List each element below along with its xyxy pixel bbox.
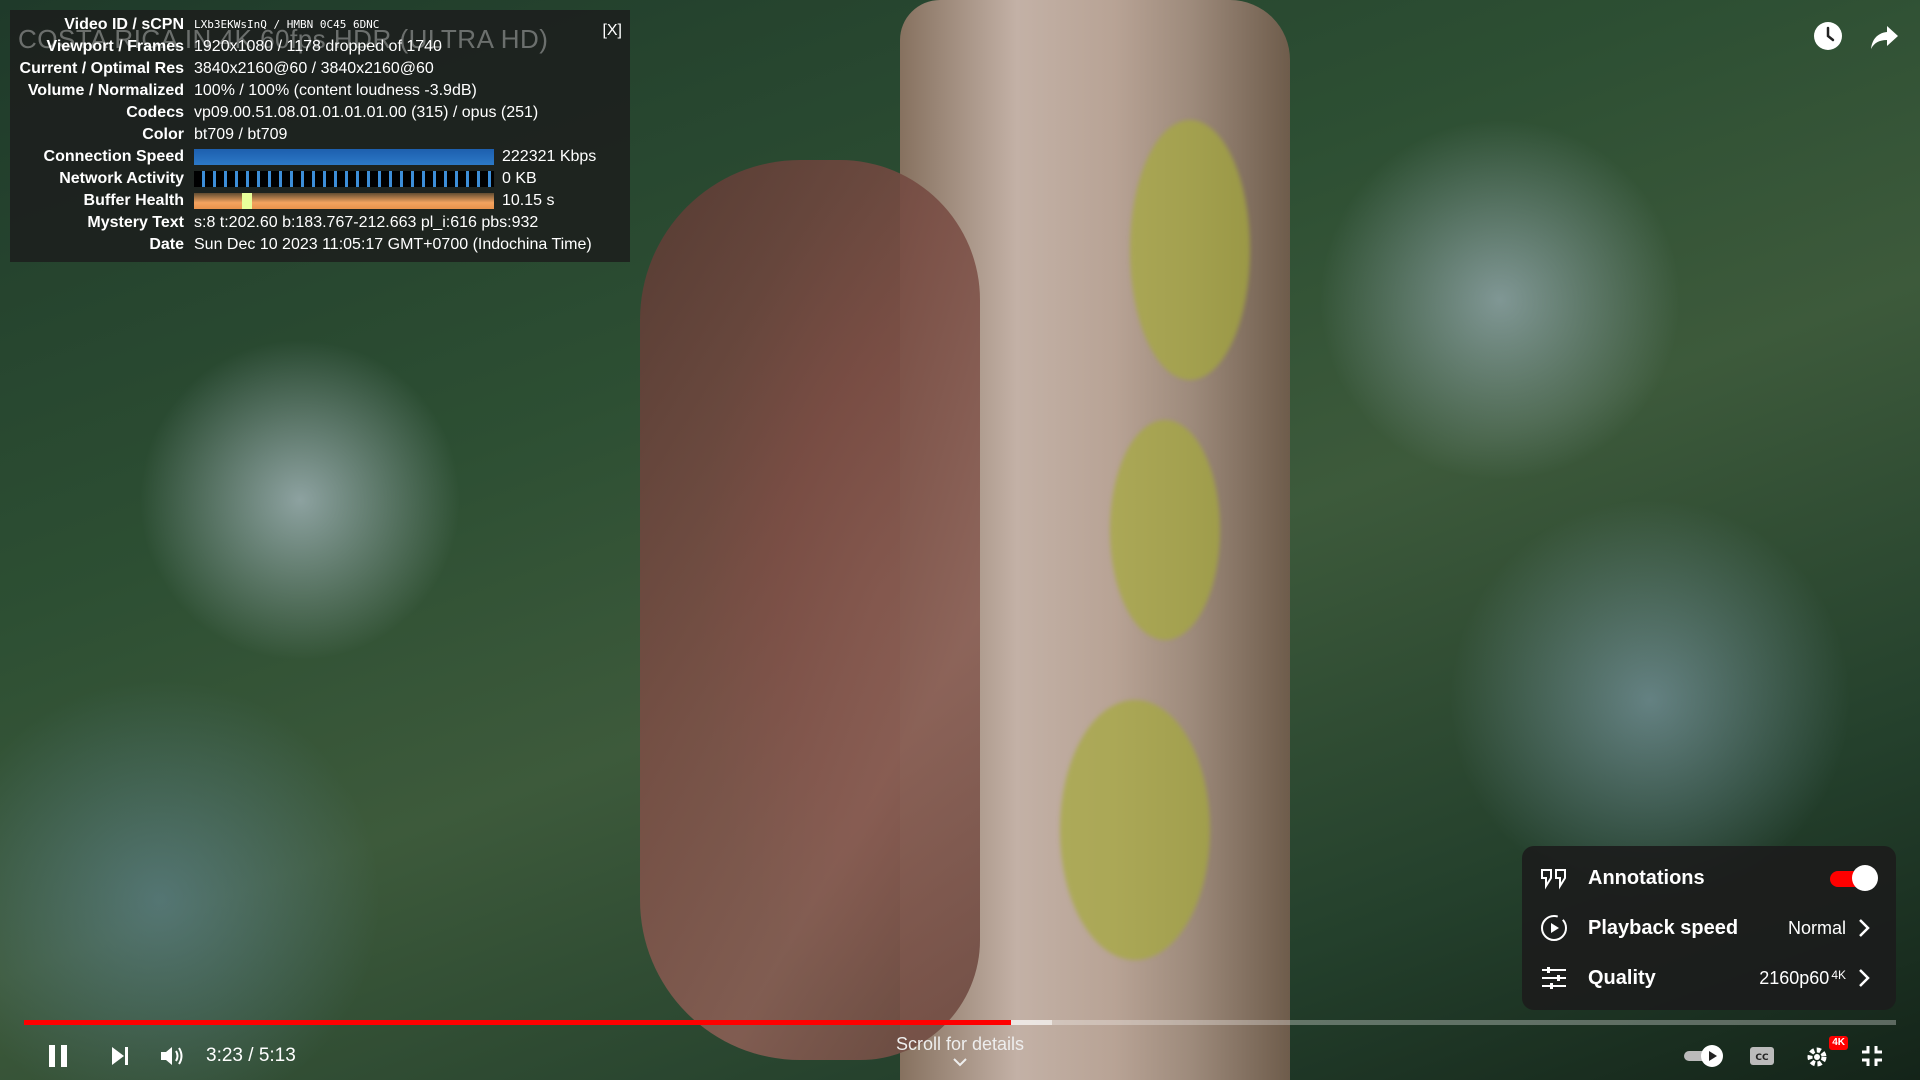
exit-fullscreen-button[interactable] xyxy=(1850,1032,1894,1080)
stats-row-color: Color bt709 / bt709 xyxy=(10,124,287,146)
stats-row-codecs: Codecs vp09.00.51.08.01.01.01.01.00 (315… xyxy=(10,102,538,124)
stats-label: Date xyxy=(149,236,184,253)
stats-close-button[interactable]: [X] xyxy=(602,20,622,42)
current-time: 3:23 xyxy=(206,1045,243,1066)
stats-value: LXb3EKWsInQ / HMBN 0C45 6DNC xyxy=(194,18,380,31)
stats-label: Volume / Normalized xyxy=(27,82,184,99)
stats-label: Codecs xyxy=(126,104,184,121)
stats-label: Mystery Text xyxy=(87,214,184,231)
quality-value: 2160p60 4K xyxy=(1759,968,1846,989)
stats-value: 0 KB xyxy=(502,170,537,187)
menu-item-annotations[interactable]: Annotations xyxy=(1522,854,1896,902)
menu-item-quality[interactable]: Quality 2160p60 4K xyxy=(1522,954,1896,1002)
pause-icon xyxy=(49,1045,67,1067)
watch-later-icon[interactable] xyxy=(1810,18,1846,54)
stats-value: vp09.00.51.08.01.01.01.01.00 (315) / opu… xyxy=(194,104,539,121)
stats-value: 3840x2160@60 / 3840x2160@60 xyxy=(194,60,434,77)
progress-bar[interactable] xyxy=(24,1020,1896,1025)
annotations-toggle[interactable] xyxy=(1826,865,1878,891)
sloth xyxy=(640,160,980,1060)
quality-badge: 4K xyxy=(1831,967,1846,982)
stats-row-mystery-text: Mystery Text s:8 t:202.60 b:183.767-212.… xyxy=(10,212,538,234)
connection-speed-graph xyxy=(194,149,494,165)
stats-row-date: Date Sun Dec 10 2023 11:05:17 GMT+0700 (… xyxy=(10,234,592,256)
stats-label: Network Activity xyxy=(59,170,184,187)
stats-value: s:8 t:202.60 b:183.767-212.663 pl_i:616 … xyxy=(194,214,539,231)
next-icon xyxy=(112,1047,128,1065)
stats-row-viewport: Viewport / Frames 1920x1080 / 1178 dropp… xyxy=(10,36,442,58)
stats-row-resolution: Current / Optimal Res 3840x2160@60 / 384… xyxy=(10,58,434,80)
subtitles-button[interactable]: CC xyxy=(1740,1032,1784,1080)
next-button[interactable] xyxy=(98,1032,142,1080)
autoplay-icon xyxy=(1684,1045,1723,1067)
quality-label: Quality xyxy=(1588,966,1656,989)
toggle-knob xyxy=(1852,865,1878,891)
buffer-health-graph xyxy=(194,193,494,209)
stats-row-video-id: Video ID / sCPN LXb3EKWsInQ / HMBN 0C45 … xyxy=(10,14,379,36)
pause-button[interactable] xyxy=(36,1032,80,1080)
stats-label: Buffer Health xyxy=(83,192,184,209)
playback-speed-icon xyxy=(1538,912,1570,944)
stats-value: 222321 Kbps xyxy=(502,148,597,165)
chevron-right-icon xyxy=(1852,916,1876,940)
moss-patch xyxy=(1110,420,1220,640)
duration: 5:13 xyxy=(258,1045,296,1066)
settings-menu: Annotations Playback speed Normal Qualit… xyxy=(1522,846,1896,1010)
network-activity-graph xyxy=(194,171,494,187)
stats-row-network-activity: Network Activity 0 KB xyxy=(10,168,537,190)
stats-label: Viewport / Frames xyxy=(46,38,184,55)
stats-for-nerds-panel: COSTA RICA IN 4K 60fps HDR (ULTRA HD) [X… xyxy=(10,10,630,262)
control-bar: 3:23 / 5:13 CC 4K xyxy=(0,1032,1920,1080)
annotations-label: Annotations xyxy=(1588,866,1705,889)
chevron-right-icon xyxy=(1852,966,1876,990)
stats-label: Current / Optimal Res xyxy=(19,60,184,77)
stats-value: Sun Dec 10 2023 11:05:17 GMT+0700 (Indoc… xyxy=(194,236,592,253)
stats-row-volume: Volume / Normalized 100% / 100% (content… xyxy=(10,80,477,102)
share-icon[interactable] xyxy=(1866,18,1902,54)
stats-value: 10.15 s xyxy=(502,192,555,209)
volume-icon xyxy=(161,1047,183,1065)
volume-button[interactable] xyxy=(150,1032,194,1080)
exit-fullscreen-icon xyxy=(1862,1046,1882,1066)
menu-item-playback-speed[interactable]: Playback speed Normal xyxy=(1522,904,1896,952)
stats-value: bt709 / bt709 xyxy=(194,126,288,143)
progress-played xyxy=(24,1020,1011,1025)
quality-resolution: 2160p60 xyxy=(1759,967,1830,988)
time-display: 3:23 / 5:13 xyxy=(206,1032,296,1080)
moss-patch xyxy=(1130,120,1250,380)
stats-label: Connection Speed xyxy=(43,148,184,165)
settings-4k-badge: 4K xyxy=(1829,1036,1848,1050)
stats-label: Video ID / sCPN xyxy=(64,16,184,33)
time-separator: / xyxy=(242,1045,259,1066)
settings-button[interactable]: 4K xyxy=(1794,1032,1848,1080)
svg-text:CC: CC xyxy=(1755,1053,1769,1063)
stats-row-connection-speed: Connection Speed 222321 Kbps xyxy=(10,146,596,168)
buffer-marker xyxy=(242,193,252,209)
subtitles-icon: CC xyxy=(1750,1047,1774,1065)
annotations-icon xyxy=(1538,862,1570,894)
quality-icon xyxy=(1538,962,1570,994)
stats-row-buffer-health: Buffer Health 10.15 s xyxy=(10,190,554,212)
stats-value: 100% / 100% (content loudness -3.9dB) xyxy=(194,82,477,99)
playback-speed-value: Normal xyxy=(1787,917,1846,938)
autoplay-toggle[interactable] xyxy=(1680,1032,1730,1080)
top-right-actions xyxy=(1810,18,1902,54)
video-player[interactable]: COSTA RICA IN 4K 60fps HDR (ULTRA HD) [X… xyxy=(0,0,1920,1080)
stats-value: 1920x1080 / 1178 dropped of 1740 xyxy=(194,38,442,55)
moss-patch xyxy=(1060,700,1210,960)
playback-speed-label: Playback speed xyxy=(1588,916,1739,939)
stats-label: Color xyxy=(142,126,184,143)
